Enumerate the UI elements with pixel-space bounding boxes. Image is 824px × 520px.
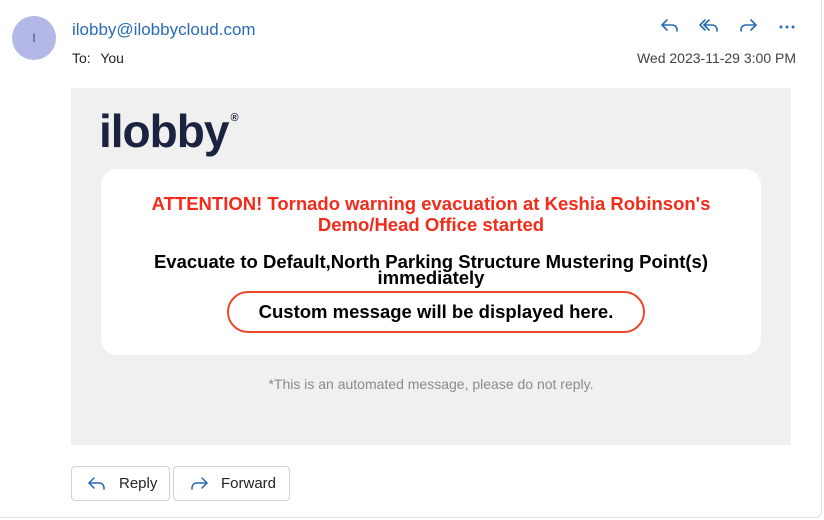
more-actions-button[interactable] bbox=[767, 12, 806, 40]
logo-text: ilobby bbox=[99, 105, 229, 157]
evacuation-instruction: Evacuate to Default,North Parking Struct… bbox=[153, 251, 709, 288]
reply-button-label: Reply bbox=[119, 475, 158, 492]
alert-card: ATTENTION! Tornado warning evacuation at… bbox=[101, 169, 761, 355]
to-label: To: bbox=[72, 50, 91, 66]
forward-button[interactable]: Forward bbox=[173, 466, 290, 501]
alert-title: ATTENTION! Tornado warning evacuation at… bbox=[151, 193, 711, 235]
custom-message: Custom message will be displayed here. bbox=[258, 301, 614, 322]
reply-all-icon bbox=[698, 19, 718, 32]
reply-action-button[interactable] bbox=[650, 12, 689, 40]
reply-all-action-button[interactable] bbox=[689, 12, 728, 40]
recipient-name[interactable]: You bbox=[100, 50, 124, 66]
avatar-initial: I bbox=[32, 31, 36, 45]
forward-button-label: Forward bbox=[221, 475, 277, 492]
ilobby-logo: ilobby ® bbox=[99, 106, 239, 156]
email-reading-pane: I ilobby@ilobbycloud.com To: You Wed 202… bbox=[0, 0, 822, 518]
avatar[interactable]: I bbox=[12, 16, 56, 60]
more-icon bbox=[779, 25, 794, 29]
registered-mark: ® bbox=[230, 112, 239, 124]
message-timestamp: Wed 2023-11-29 3:00 PM bbox=[636, 50, 796, 66]
reply-button[interactable]: Reply bbox=[71, 466, 170, 501]
sender-address[interactable]: ilobby@ilobbycloud.com bbox=[72, 20, 256, 40]
automated-message-note: *This is an automated message, please do… bbox=[268, 376, 594, 392]
reply-icon bbox=[87, 476, 107, 492]
custom-message-highlight: Custom message will be displayed here. bbox=[227, 291, 645, 333]
forward-action-button[interactable] bbox=[728, 12, 767, 40]
forward-icon bbox=[739, 19, 757, 32]
message-actions bbox=[650, 12, 806, 40]
forward-icon bbox=[189, 476, 209, 492]
reply-icon bbox=[660, 19, 678, 32]
recipient-line: To: You bbox=[72, 50, 124, 66]
email-body: ilobby ® ATTENTION! Tornado warning evac… bbox=[71, 88, 791, 445]
